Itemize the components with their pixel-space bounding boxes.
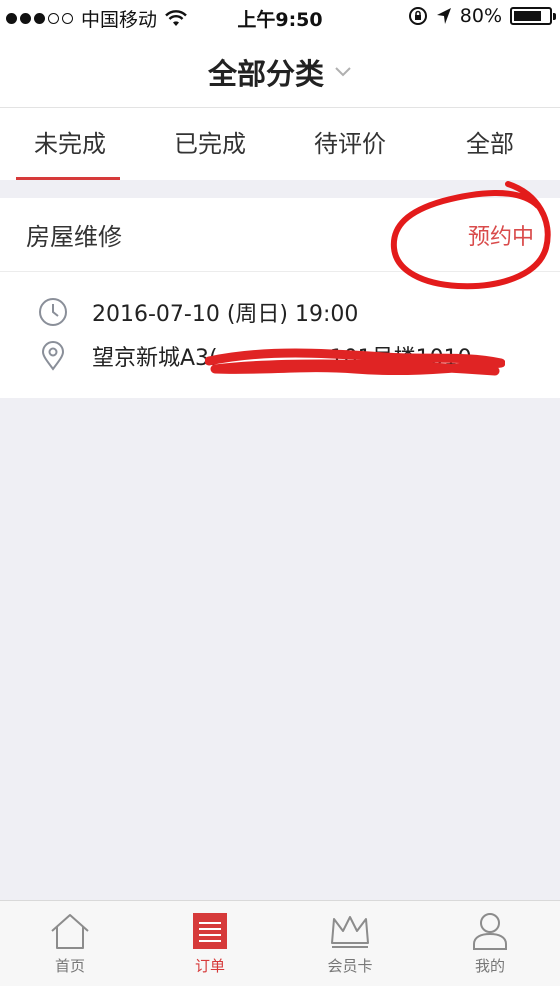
nav-home-label: 首页 <box>54 957 85 975</box>
nav-orders[interactable]: 订单 <box>140 901 280 986</box>
order-status: 预约中 <box>467 224 534 250</box>
clock-icon <box>39 298 67 326</box>
tab-to-review[interactable]: 待评价 <box>280 108 420 180</box>
chevron-down-icon <box>335 66 351 76</box>
order-status-tabs: 未完成 已完成 待评价 全部 <box>0 108 560 180</box>
page-title: 全部分类 <box>207 56 324 91</box>
battery-icon <box>510 7 556 25</box>
appointment-datetime: 2016-07-10 (周日) 19:00 <box>92 302 359 327</box>
order-card[interactable]: 房屋维修 预约中 2016-07-10 (周日) 19:00 望京新城A3(10… <box>0 198 560 398</box>
redaction-scribble <box>205 348 505 376</box>
carrier-name: 中国移动 <box>81 9 158 31</box>
tab-all[interactable]: 全部 <box>420 108 560 180</box>
tab-unfinished[interactable]: 未完成 <box>0 108 140 180</box>
wifi-icon <box>165 9 187 26</box>
nav-profile[interactable]: 我的 <box>420 901 560 986</box>
location-arrow-icon <box>436 8 451 24</box>
status-bar: 中国移动 上午9:50 80% <box>0 0 560 36</box>
location-pin-icon <box>41 341 65 371</box>
nav-membership[interactable]: 会员卡 <box>280 901 420 986</box>
bottom-tab-bar: 首页 订单 会员卡 我的 <box>0 900 560 986</box>
nav-home[interactable]: 首页 <box>0 901 140 986</box>
rotation-lock-icon <box>408 7 427 25</box>
tab-finished[interactable]: 已完成 <box>140 108 280 180</box>
appointment-time-row: 2016-07-10 (周日) 19:00 <box>0 290 560 334</box>
nav-membership-label: 会员卡 <box>327 957 373 975</box>
service-name: 房屋维修 <box>26 223 122 251</box>
home-icon <box>51 914 89 949</box>
orders-icon <box>193 913 227 949</box>
signal-strength-icon <box>6 13 73 24</box>
crown-icon <box>331 916 369 948</box>
person-icon <box>473 913 507 950</box>
nav-profile-label: 我的 <box>474 957 505 975</box>
category-selector[interactable]: 全部分类 <box>0 36 560 108</box>
battery-percent: 80% <box>459 5 502 27</box>
nav-orders-label: 订单 <box>194 957 225 975</box>
